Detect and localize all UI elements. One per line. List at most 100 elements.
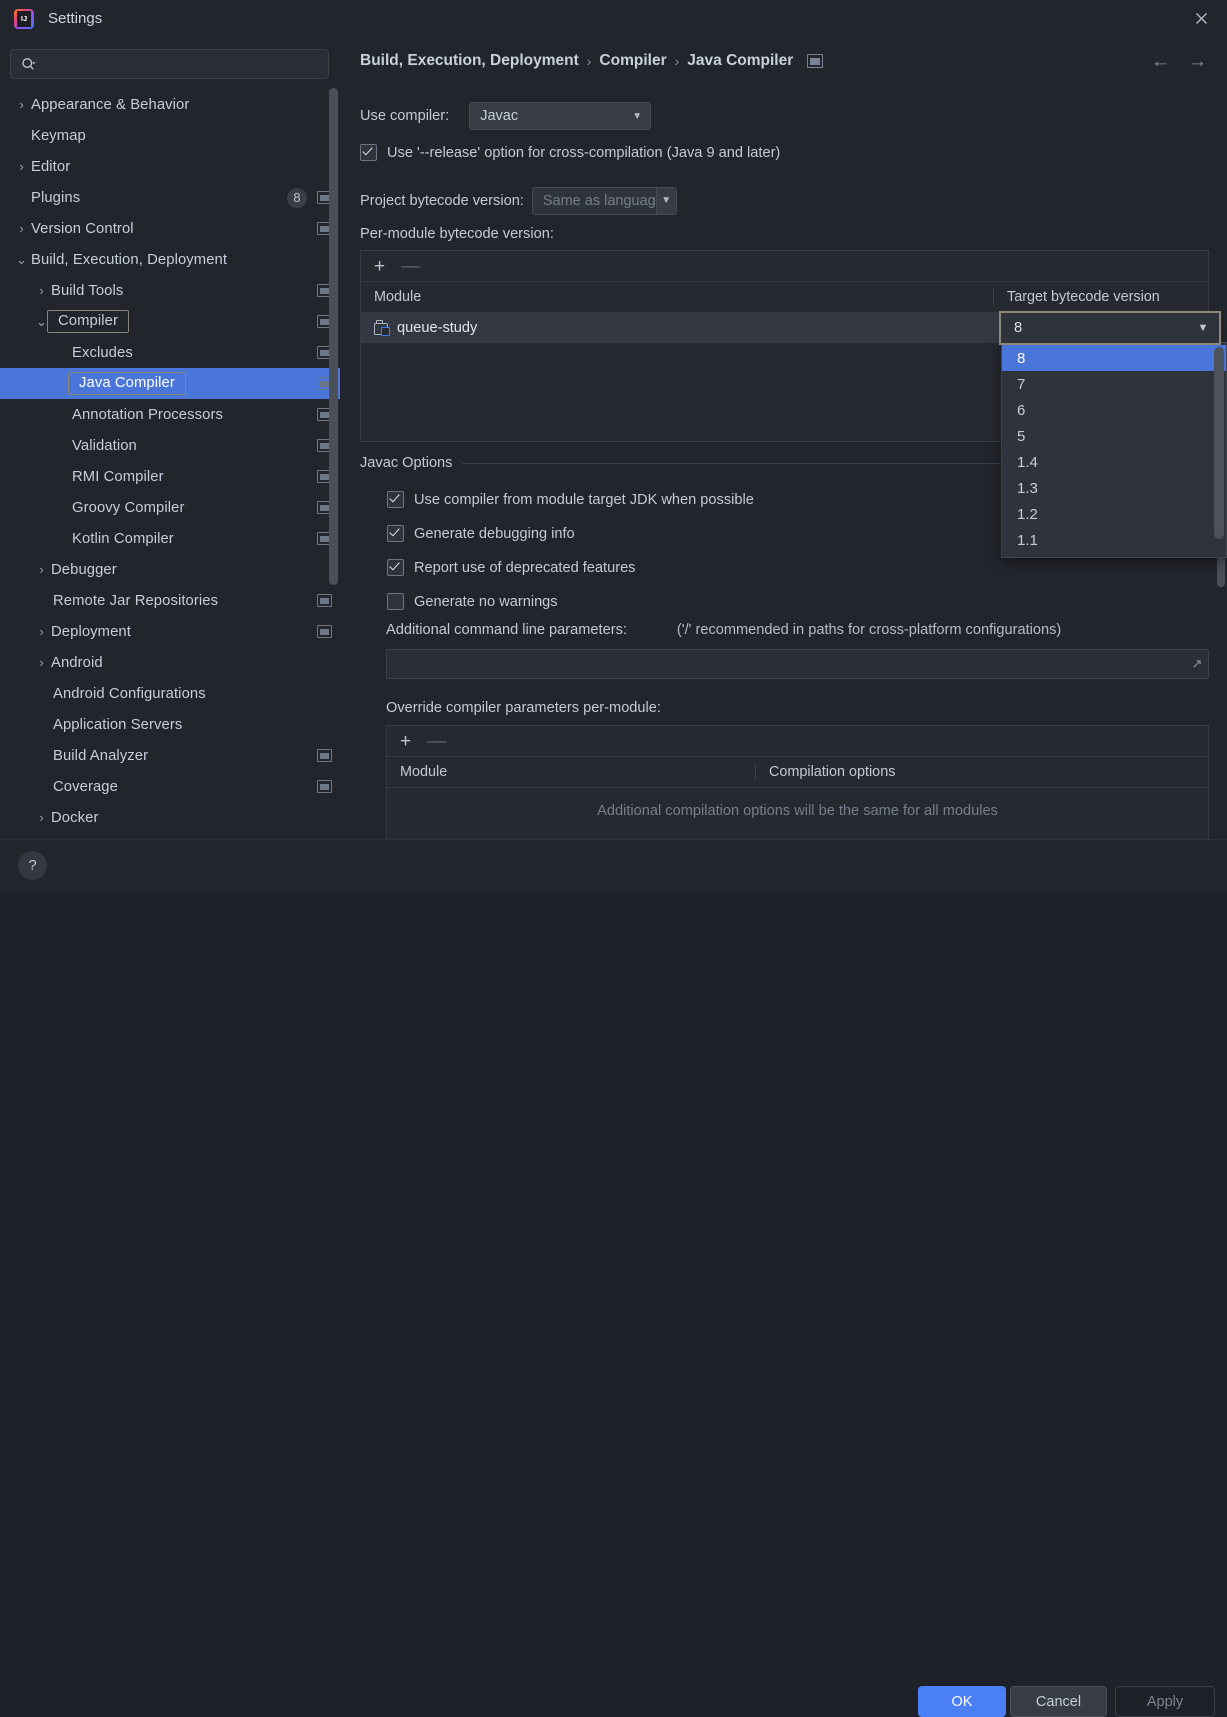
window-icon[interactable] <box>317 780 332 793</box>
project-bytecode-version-select[interactable]: Same as language leve ▼ <box>531 187 677 215</box>
sidebar-item-label: Appearance & Behavior <box>31 96 190 113</box>
sidebar-item-build-tools[interactable]: › Build Tools <box>0 275 340 306</box>
sidebar-item-application-servers[interactable]: Application Servers <box>0 709 340 740</box>
additional-parameters-field[interactable]: ↗ <box>386 649 1209 679</box>
settings-tree: › Appearance & Behavior Keymap › Editor Plugi… <box>0 89 340 833</box>
column-header-module[interactable]: Module <box>361 289 993 305</box>
remove-override-button[interactable]: — <box>427 732 446 751</box>
dropdown-option[interactable]: 1.1 <box>1002 527 1226 553</box>
add-override-button[interactable]: + <box>400 732 411 751</box>
chevron-down-icon[interactable]: ⌄ <box>14 252 29 268</box>
additional-parameters-label: Additional command line parameters: <box>386 622 627 638</box>
use-compiler-select[interactable]: Javac ▼ <box>469 102 652 130</box>
sidebar-item-version-control[interactable]: › Version Control <box>0 213 340 244</box>
javac-option-row-2[interactable]: Report use of deprecated features <box>387 559 635 576</box>
column-header-compilation-options[interactable]: Compilation options <box>755 764 1208 780</box>
expand-icon[interactable]: ↗ <box>1186 656 1208 672</box>
sidebar-item-keymap[interactable]: Keymap <box>0 120 340 151</box>
sidebar-item-validation[interactable]: Validation <box>0 430 340 461</box>
close-icon[interactable] <box>1175 0 1227 37</box>
javac-option-label-1: Generate debugging info <box>414 525 575 542</box>
chevron-right-icon[interactable]: › <box>34 624 49 639</box>
javac-option-checkbox-1[interactable] <box>387 525 404 542</box>
back-arrow-icon[interactable]: ← <box>1151 51 1170 73</box>
chevron-right-icon[interactable]: › <box>34 655 49 670</box>
sidebar-item-rmi-compiler[interactable]: RMI Compiler <box>0 461 340 492</box>
chevron-right-icon[interactable]: › <box>34 810 49 825</box>
module-folder-icon <box>374 320 390 336</box>
search-input[interactable] <box>36 55 328 73</box>
chevron-right-icon[interactable]: › <box>34 283 49 298</box>
sidebar-item-coverage[interactable]: Coverage <box>0 771 340 802</box>
breadcrumb: Build, Execution, Deployment › Compiler … <box>360 52 824 70</box>
javac-option-checkbox-2[interactable] <box>387 559 404 576</box>
dropdown-option[interactable]: 1.4 <box>1002 449 1226 475</box>
apply-button[interactable]: Apply <box>1115 1686 1215 1717</box>
chevron-right-icon[interactable]: › <box>34 562 49 577</box>
breadcrumb-separator: › <box>586 53 592 69</box>
sidebar-item-docker[interactable]: › Docker <box>0 802 340 833</box>
javac-option-row-0[interactable]: Use compiler from module target JDK when… <box>387 491 754 508</box>
breadcrumb-item-compiler[interactable]: Compiler <box>599 52 666 70</box>
sidebar-scrollbar[interactable] <box>329 88 338 585</box>
dropdown-option[interactable]: 5 <box>1002 423 1226 449</box>
dropdown-option[interactable]: 1.3 <box>1002 475 1226 501</box>
sidebar-item-label: Version Control <box>31 220 134 237</box>
sidebar-item-android[interactable]: › Android <box>0 647 340 678</box>
dropdown-option[interactable]: 8 <box>1002 345 1226 371</box>
window-icon[interactable] <box>317 749 332 762</box>
target-bytecode-version-select[interactable]: 8 ▼ <box>999 311 1221 345</box>
javac-option-checkbox-0[interactable] <box>387 491 404 508</box>
sidebar-item-editor[interactable]: › Editor <box>0 151 340 182</box>
sidebar-item-debugger[interactable]: › Debugger <box>0 554 340 585</box>
column-header-target-bytecode-version[interactable]: Target bytecode version <box>993 289 1208 305</box>
module-name: queue-study <box>397 320 478 336</box>
sidebar-item-build-execution-deployment[interactable]: ⌄ Build, Execution, Deployment <box>0 244 340 275</box>
window-icon[interactable] <box>317 625 332 638</box>
additional-parameters-row: Additional command line parameters: ('/'… <box>386 622 1061 638</box>
forward-arrow-icon[interactable]: → <box>1188 51 1207 73</box>
chevron-right-icon[interactable]: › <box>14 221 29 236</box>
remove-module-button[interactable]: — <box>401 257 420 276</box>
dropdown-option[interactable]: 1.2 <box>1002 501 1226 527</box>
cancel-button[interactable]: Cancel <box>1010 1686 1107 1717</box>
use-release-option-checkbox[interactable] <box>360 144 377 161</box>
sidebar-item-excludes[interactable]: Excludes <box>0 337 340 368</box>
window-icon[interactable] <box>807 54 824 68</box>
sidebar-item-deployment[interactable]: › Deployment <box>0 616 340 647</box>
breadcrumb-item-build[interactable]: Build, Execution, Deployment <box>360 52 579 70</box>
chevron-down-icon[interactable]: ▼ <box>1187 322 1219 334</box>
sidebar-item-android-configurations[interactable]: Android Configurations <box>0 678 340 709</box>
chevron-right-icon[interactable]: › <box>14 159 29 174</box>
dropdown-scrollbar[interactable] <box>1214 347 1224 539</box>
sidebar-item-plugins[interactable]: Plugins 8 <box>0 182 340 213</box>
use-release-option-checkbox-row[interactable]: Use '--release' option for cross-compila… <box>360 144 780 161</box>
add-module-button[interactable]: + <box>374 257 385 276</box>
column-header-module[interactable]: Module <box>387 764 755 780</box>
sidebar-item-label: Editor <box>31 158 71 175</box>
search-field[interactable] <box>10 49 329 79</box>
javac-option-checkbox-3[interactable] <box>387 593 404 610</box>
sidebar-item-remote-jar-repositories[interactable]: Remote Jar Repositories <box>0 585 340 616</box>
sidebar-item-java-compiler[interactable]: Java Compiler <box>0 368 340 399</box>
sidebar-item-kotlin-compiler[interactable]: Kotlin Compiler <box>0 523 340 554</box>
sidebar-item-groovy-compiler[interactable]: Groovy Compiler <box>0 492 340 523</box>
chevron-right-icon[interactable]: › <box>14 97 29 112</box>
sidebar-item-appearance-behavior[interactable]: › Appearance & Behavior <box>0 89 340 120</box>
sidebar-item-build-analyzer[interactable]: Build Analyzer <box>0 740 340 771</box>
target-bytecode-version-dropdown[interactable]: 8 7 6 5 1.4 1.3 1.2 1.1 <box>1001 342 1227 558</box>
sidebar-item-annotation-processors[interactable]: Annotation Processors <box>0 399 340 430</box>
sidebar-item-compiler[interactable]: ⌄ Compiler <box>0 306 340 337</box>
sidebar-item-label: Application Servers <box>53 716 183 733</box>
breadcrumb-item-java-compiler[interactable]: Java Compiler <box>687 52 793 70</box>
additional-parameters-input[interactable] <box>387 655 1186 673</box>
ok-button[interactable]: OK <box>918 1686 1006 1717</box>
javac-option-row-3[interactable]: Generate no warnings <box>387 593 558 610</box>
javac-option-row-1[interactable]: Generate debugging info <box>387 525 575 542</box>
dropdown-option[interactable]: 7 <box>1002 371 1226 397</box>
dropdown-option[interactable]: 6 <box>1002 397 1226 423</box>
override-table-header: Module Compilation options <box>387 757 1208 788</box>
window-icon[interactable] <box>317 594 332 607</box>
sidebar-item-label: Groovy Compiler <box>72 499 185 516</box>
help-button[interactable]: ? <box>18 851 47 880</box>
